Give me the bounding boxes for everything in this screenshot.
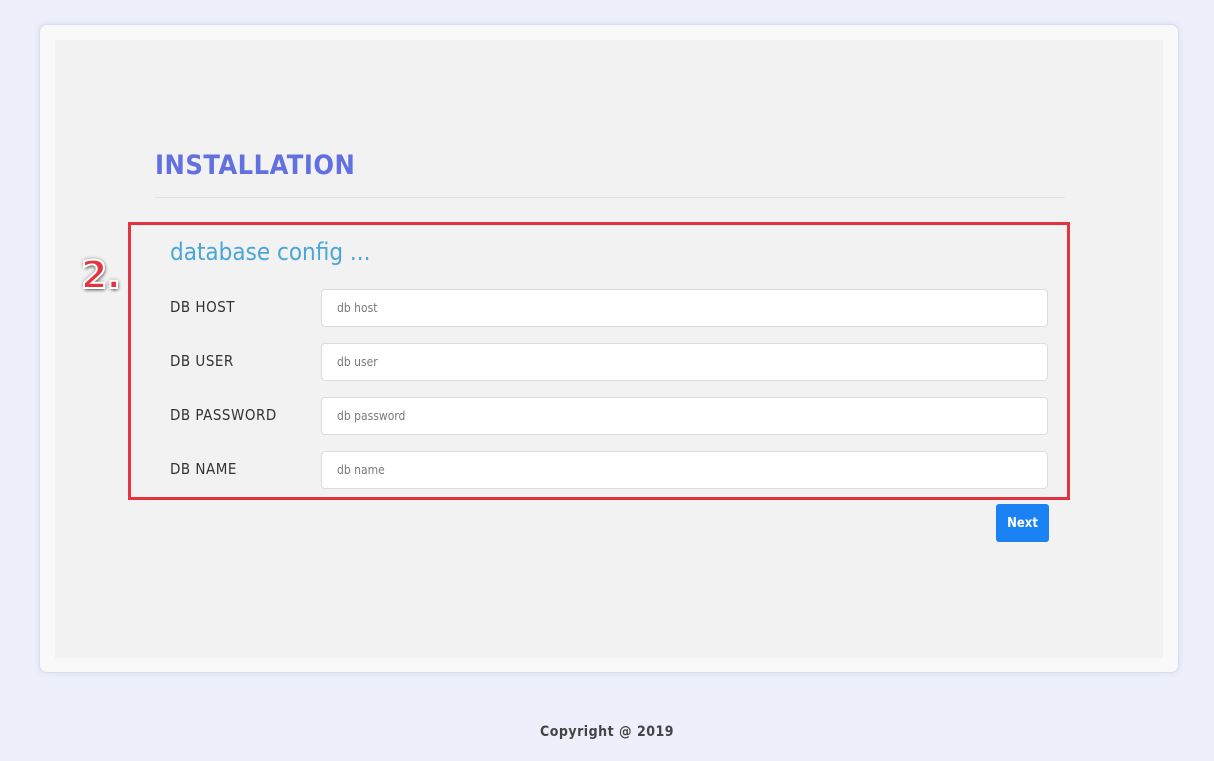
title-divider (155, 197, 1065, 198)
form-row-db-name: DB NAME (170, 451, 1050, 489)
section-heading: database config ... (170, 238, 371, 266)
db-host-input[interactable] (321, 289, 1048, 327)
db-name-input[interactable] (321, 451, 1048, 489)
form-row-db-host: DB HOST (170, 289, 1050, 327)
install-card: INSTALLATION 2. database config ... DB H… (39, 24, 1179, 673)
db-user-label: DB USER (170, 352, 234, 370)
form-row-db-password: DB PASSWORD (170, 397, 1050, 435)
page-title: INSTALLATION (155, 150, 356, 181)
next-button[interactable]: Next (996, 504, 1049, 542)
install-panel: INSTALLATION 2. database config ... DB H… (55, 40, 1163, 658)
db-password-input[interactable] (321, 397, 1048, 435)
db-host-label: DB HOST (170, 298, 236, 316)
db-password-label: DB PASSWORD (170, 406, 277, 424)
form-row-db-user: DB USER (170, 343, 1050, 381)
db-name-label: DB NAME (170, 460, 237, 478)
footer-copyright: Copyright @ 2019 (539, 724, 675, 740)
step-number-badge: 2. (80, 252, 122, 298)
db-user-input[interactable] (321, 343, 1048, 381)
